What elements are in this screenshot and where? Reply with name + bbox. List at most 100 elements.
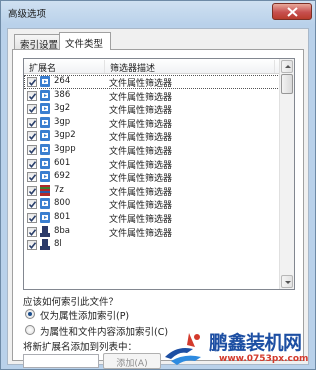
- media-file-icon: [40, 116, 50, 128]
- archive-file-icon: [40, 184, 50, 196]
- description-cell: 文件属性筛选器: [109, 106, 173, 117]
- list-item[interactable]: 3gp 文件属性筛选器: [24, 116, 280, 130]
- description-cell: 文件属性筛选器: [109, 92, 173, 103]
- description-cell: 文件属性筛选器: [109, 174, 173, 185]
- row-checkbox[interactable]: [27, 185, 37, 196]
- checkmark-icon: [28, 174, 37, 182]
- list-item[interactable]: 7z 文件属性筛选器: [24, 184, 280, 198]
- media-file-icon: [40, 143, 50, 155]
- add-button[interactable]: 添加(A): [103, 353, 161, 369]
- site-watermark: 鹏鑫装机网 www.0753px.com: [157, 327, 317, 370]
- new-extension-input[interactable]: [23, 354, 99, 368]
- list-item[interactable]: 264 文件属性筛选器: [24, 75, 280, 89]
- column-divider[interactable]: [274, 60, 275, 73]
- radio-label[interactable]: 仅为属性添加索引(P): [40, 308, 129, 322]
- list-rows: 264 文件属性筛选器 386 文件属性筛选器 3g2 文件属性筛选器 3gp 文件属性筛选器…: [24, 75, 280, 252]
- checkmark-icon: [28, 147, 37, 155]
- extension-cell: 801: [54, 211, 71, 222]
- list-item[interactable]: 3gp2 文件属性筛选器: [24, 129, 280, 143]
- list-header: 扩展名 筛选器描述: [24, 59, 280, 74]
- close-button[interactable]: [272, 3, 312, 20]
- media-file-icon: [40, 211, 50, 223]
- checkmark-icon: [28, 106, 37, 114]
- checkmark-icon: [28, 201, 37, 209]
- media-file-icon: [40, 171, 50, 183]
- tab-index-settings[interactable]: 索引设置: [14, 34, 60, 51]
- tab-file-types[interactable]: 文件类型: [59, 32, 111, 50]
- column-header-description[interactable]: 筛选器描述: [110, 61, 155, 74]
- close-icon: [287, 7, 298, 17]
- radio-button[interactable]: [25, 325, 35, 335]
- checkmark-icon: [28, 120, 37, 127]
- chevron-down-icon: [285, 281, 291, 284]
- description-cell: 文件属性筛选器: [109, 228, 173, 239]
- chevron-up-icon: [285, 65, 291, 68]
- checkmark-icon: [28, 188, 37, 195]
- media-file-icon: [40, 130, 50, 142]
- radio-label[interactable]: 为属性和文件内容添加索引(C): [40, 324, 168, 338]
- scroll-thumb[interactable]: [281, 74, 293, 94]
- row-checkbox[interactable]: [27, 131, 37, 142]
- list-item[interactable]: 386 文件属性筛选器: [24, 89, 280, 103]
- extension-cell: 3gp: [54, 116, 71, 127]
- extension-cell: 3g2: [54, 103, 71, 114]
- title-bar[interactable]: 高级选项: [1, 1, 315, 23]
- radio-button[interactable]: [25, 309, 35, 319]
- list-item[interactable]: 8ba 文件属性筛选器: [24, 225, 280, 239]
- checkmark-icon: [28, 242, 37, 250]
- list-item[interactable]: 8l: [24, 238, 280, 252]
- row-checkbox[interactable]: [27, 172, 37, 183]
- list-item[interactable]: 801 文件属性筛选器: [24, 211, 280, 225]
- list-item[interactable]: 800 文件属性筛选器: [24, 197, 280, 211]
- description-cell: 文件属性筛选器: [109, 79, 173, 89]
- brand-logo-icon: [165, 333, 201, 365]
- extension-cell: 601: [54, 157, 71, 168]
- checkmark-icon: [28, 215, 37, 222]
- list-item[interactable]: 3g2 文件属性筛选器: [24, 102, 280, 116]
- vertical-scrollbar[interactable]: [279, 59, 294, 289]
- description-cell: 文件属性筛选器: [109, 119, 173, 130]
- checkmark-icon: [28, 160, 37, 168]
- description-cell: 文件属性筛选器: [109, 160, 173, 171]
- media-file-icon: [40, 198, 50, 210]
- scroll-down-button[interactable]: [281, 275, 293, 288]
- description-cell: 文件属性筛选器: [109, 133, 173, 144]
- advanced-options-window: 高级选项 索引设置 文件类型 扩展名 筛选器描述 264 文件属性筛选器 386 文件…: [0, 0, 316, 370]
- watermark-brand-name: 鹏鑫装机网: [209, 332, 302, 354]
- scroll-up-button[interactable]: [281, 60, 293, 73]
- checkmark-icon: [28, 79, 37, 87]
- column-header-extension[interactable]: 扩展名: [29, 61, 56, 74]
- row-checkbox[interactable]: [27, 144, 37, 155]
- media-file-icon: [40, 103, 50, 115]
- list-item[interactable]: 3gpp 文件属性筛选器: [24, 143, 280, 157]
- row-checkbox[interactable]: [27, 77, 37, 87]
- video-file-icon: [40, 89, 50, 101]
- file-types-panel: 扩展名 筛选器描述 264 文件属性筛选器 386 文件属性筛选器 3g2 文件属性筛选器…: [12, 49, 304, 369]
- row-checkbox[interactable]: [27, 104, 37, 115]
- row-checkbox[interactable]: [27, 240, 37, 251]
- extension-cell: 692: [54, 171, 71, 182]
- row-checkbox[interactable]: [27, 117, 37, 128]
- description-cell: 文件属性筛选器: [109, 201, 173, 212]
- description-cell: 文件属性筛选器: [109, 146, 173, 157]
- row-checkbox[interactable]: [27, 212, 37, 223]
- column-divider[interactable]: [104, 60, 105, 73]
- row-checkbox[interactable]: [27, 158, 37, 169]
- extension-cell: 800: [54, 198, 71, 209]
- list-item[interactable]: 601 文件属性筛选器: [24, 157, 280, 171]
- generic-file-icon: [40, 239, 50, 251]
- extension-cell: 8l: [54, 239, 62, 250]
- dialog-client-area: 索引设置 文件类型 扩展名 筛选器描述 264 文件属性筛选器 386 文件属性筛选器…: [7, 28, 309, 369]
- row-checkbox[interactable]: [27, 226, 37, 237]
- row-checkbox[interactable]: [27, 90, 37, 101]
- row-checkbox[interactable]: [27, 199, 37, 210]
- generic-file-icon: [40, 225, 50, 237]
- checkmark-icon: [28, 228, 37, 236]
- extension-cell: 3gpp: [54, 143, 76, 154]
- extension-cell: 386: [54, 89, 71, 100]
- checkmark-icon: [28, 92, 37, 100]
- file-type-list[interactable]: 扩展名 筛选器描述 264 文件属性筛选器 386 文件属性筛选器 3g2 文件属性筛选器…: [23, 58, 295, 290]
- list-item[interactable]: 692 文件属性筛选器: [24, 170, 280, 184]
- media-file-icon: [40, 157, 50, 169]
- index-question-label: 应该如何索引此文件？: [23, 297, 119, 308]
